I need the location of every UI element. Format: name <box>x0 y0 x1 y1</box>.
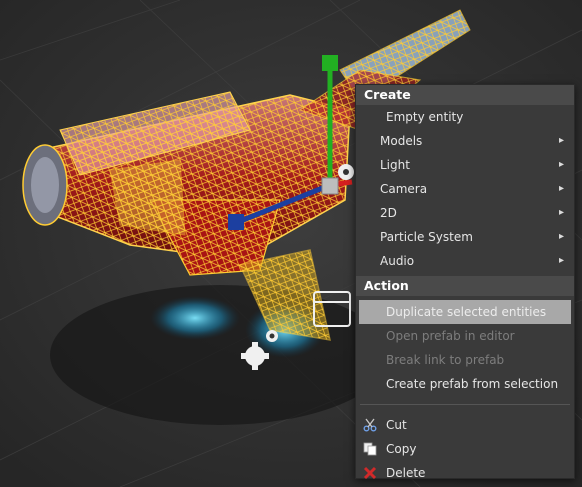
menu-item-models[interactable]: Models ▸ <box>356 129 574 153</box>
menu-item-copy[interactable]: Copy <box>356 437 574 461</box>
menu-item-label: Create prefab from selection <box>386 377 559 391</box>
submenu-arrow-icon: ▸ <box>558 255 564 266</box>
submenu-arrow-icon: ▸ <box>558 159 564 170</box>
menu-item-label: Models <box>380 134 423 148</box>
menu-item-label: 2D <box>380 206 397 220</box>
create-section-header: Create <box>356 85 574 105</box>
menu-item-label: Empty entity <box>386 110 464 124</box>
menu-item-create-prefab[interactable]: Create prefab from selection <box>356 372 574 396</box>
menu-item-label: Break link to prefab <box>386 353 505 367</box>
menu-separator <box>360 404 570 405</box>
scissors-icon <box>363 418 377 432</box>
menu-item-light[interactable]: Light ▸ <box>356 153 574 177</box>
gear-icon <box>266 330 278 342</box>
delete-x-icon <box>363 466 377 480</box>
menu-item-label: Audio <box>380 254 415 268</box>
menu-item-break-prefab-link[interactable]: Break link to prefab <box>356 348 574 372</box>
gizmo-y-handle <box>322 55 338 71</box>
gear-icon <box>338 164 354 180</box>
submenu-arrow-icon: ▸ <box>558 207 564 218</box>
menu-item-label: Particle System <box>380 230 473 244</box>
submenu-arrow-icon: ▸ <box>558 183 564 194</box>
menu-item-audio[interactable]: Audio ▸ <box>356 249 574 273</box>
menu-item-label: Cut <box>386 418 407 432</box>
menu-item-duplicate[interactable]: Duplicate selected entities <box>359 300 571 324</box>
menu-item-camera[interactable]: Camera ▸ <box>356 177 574 201</box>
gizmo-center-handle <box>321 177 339 195</box>
submenu-arrow-icon: ▸ <box>558 135 564 146</box>
menu-item-delete[interactable]: Delete <box>356 461 574 485</box>
menu-item-open-prefab[interactable]: Open prefab in editor <box>356 324 574 348</box>
menu-item-empty-entity[interactable]: Empty entity <box>356 105 574 129</box>
menu-item-label: Camera <box>380 182 428 196</box>
menu-item-label: Copy <box>386 442 417 456</box>
menu-item-cut[interactable]: Cut <box>356 413 574 437</box>
menu-item-particle-system[interactable]: Particle System ▸ <box>356 225 574 249</box>
gizmo-z-handle <box>228 214 244 230</box>
action-section-header: Action <box>356 276 574 296</box>
menu-item-label: Light <box>380 158 410 172</box>
thruster-glow <box>150 296 240 340</box>
menu-item-2d[interactable]: 2D ▸ <box>356 201 574 225</box>
submenu-arrow-icon: ▸ <box>558 231 564 242</box>
menu-item-label: Delete <box>386 466 426 480</box>
copy-icon <box>363 442 377 456</box>
menu-item-label: Open prefab in editor <box>386 329 515 343</box>
context-menu: Create Empty entity Models ▸ Light ▸ Cam… <box>355 84 575 480</box>
menu-item-label: Duplicate selected entities <box>386 305 547 319</box>
